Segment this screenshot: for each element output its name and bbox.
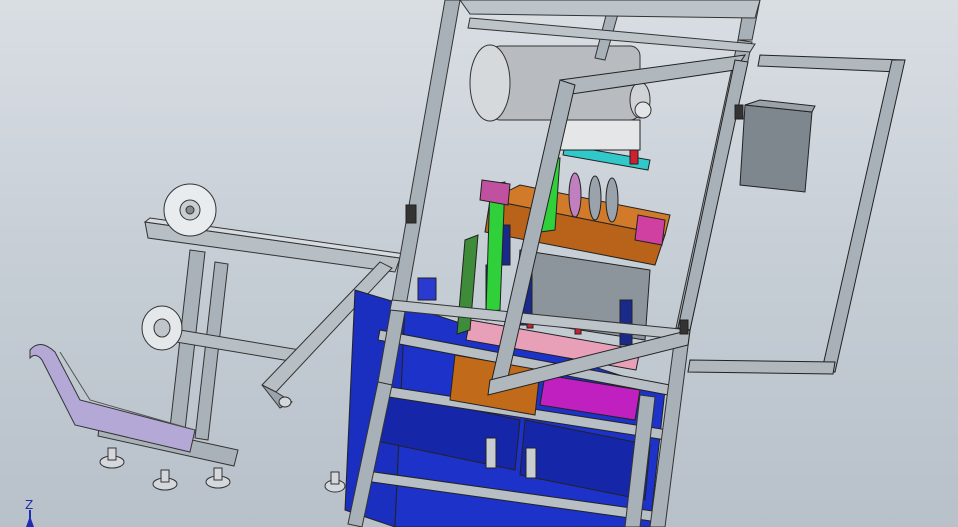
cad-viewport[interactable]: Z (0, 0, 958, 527)
triad-z-label: Z (25, 498, 34, 512)
axis-triad (26, 510, 34, 527)
machine-3d-model[interactable] (0, 0, 958, 527)
